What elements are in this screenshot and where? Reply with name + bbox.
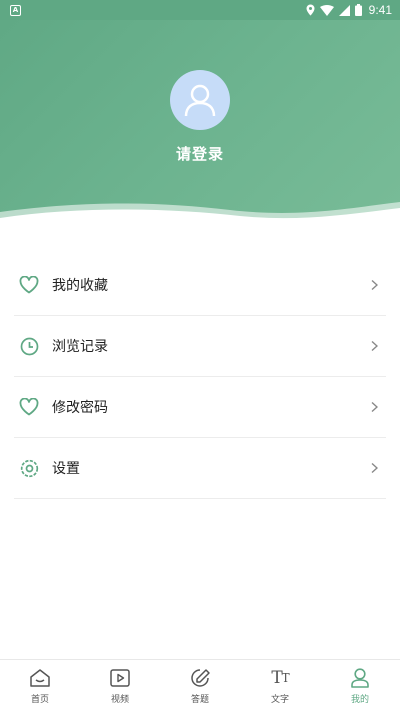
header-wave — [0, 202, 400, 235]
nav-item-video[interactable]: 视频 — [80, 660, 160, 711]
location-icon — [306, 4, 315, 16]
menu-item-label: 设置 — [52, 461, 80, 477]
menu-item-label: 浏览记录 — [52, 339, 108, 355]
menu-item-settings[interactable]: 设置 — [14, 438, 386, 499]
nav-item-quiz[interactable]: 答题 — [160, 660, 240, 711]
text-icon: TT — [271, 667, 289, 688]
chevron-right-icon — [371, 279, 378, 291]
status-time: 9:41 — [368, 3, 392, 17]
nav-label: 首页 — [30, 695, 49, 705]
app-notification-icon: A — [10, 4, 21, 16]
nav-item-home[interactable]: 首页 — [0, 660, 80, 711]
wifi-icon — [319, 4, 334, 16]
chevron-right-icon — [371, 340, 378, 352]
avatar[interactable] — [170, 70, 230, 130]
nav-item-text[interactable]: TT 文字 — [240, 660, 320, 711]
signal-icon — [338, 4, 350, 16]
status-right: 9:41 — [306, 3, 392, 17]
home-icon — [28, 666, 52, 690]
user-icon — [184, 84, 216, 117]
login-prompt[interactable]: 请登录 — [0, 143, 400, 164]
menu-item-history[interactable]: 浏览记录 — [14, 316, 386, 377]
video-icon — [108, 666, 132, 690]
status-bar: A 9:41 — [0, 0, 400, 20]
bottom-nav: 首页 视频 答题 TT 文字 我的 — [0, 659, 400, 711]
profile-icon — [348, 666, 372, 690]
nav-label: 答题 — [190, 695, 209, 705]
nav-label: 我的 — [350, 695, 369, 705]
menu-item-label: 我的收藏 — [52, 278, 108, 294]
status-left: A — [10, 4, 21, 16]
clock-icon — [18, 335, 40, 357]
nav-label: 文字 — [270, 695, 289, 705]
battery-icon — [354, 4, 362, 16]
menu-item-favorites[interactable]: 我的收藏 — [14, 255, 386, 316]
chevron-right-icon — [371, 401, 378, 413]
menu-list: 我的收藏 浏览记录 修改密码 设置 — [14, 255, 386, 499]
edit-icon — [188, 666, 212, 690]
settings-icon — [18, 457, 40, 479]
menu-item-change-password[interactable]: 修改密码 — [14, 377, 386, 438]
heart-icon — [18, 274, 40, 296]
nav-item-mine[interactable]: 我的 — [320, 660, 400, 711]
nav-label: 视频 — [110, 695, 129, 705]
chevron-right-icon — [371, 462, 378, 474]
profile-header: 请登录 — [0, 0, 400, 235]
heart-icon — [18, 396, 40, 418]
menu-item-label: 修改密码 — [52, 400, 108, 416]
